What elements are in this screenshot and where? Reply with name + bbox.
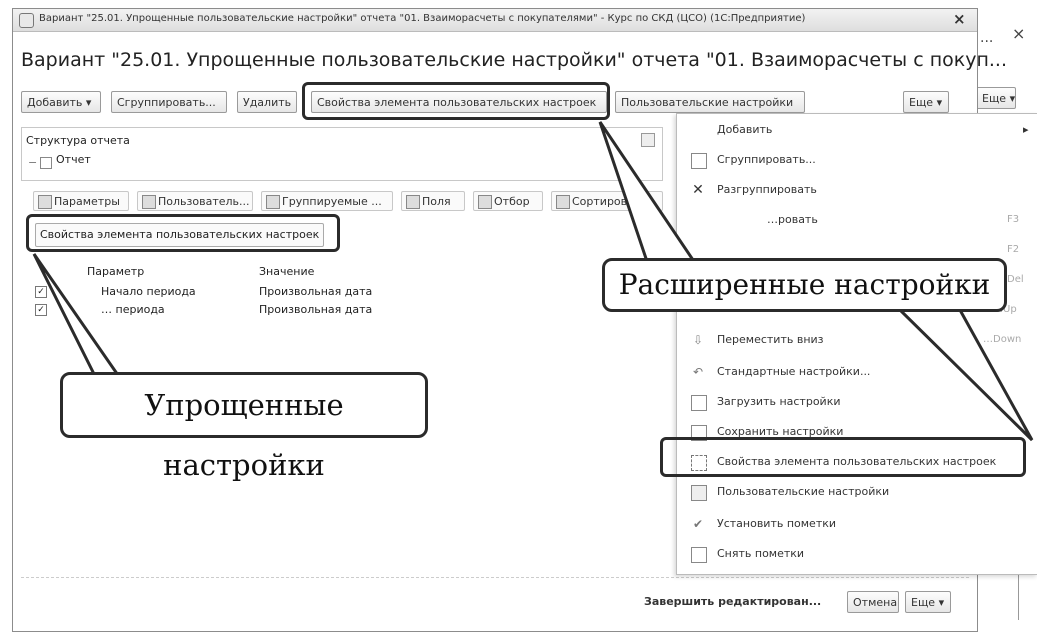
simplified-pointer xyxy=(32,253,123,380)
callout-simplified: Упрощенные настройки xyxy=(60,372,428,482)
callout-pointers xyxy=(32,121,1034,442)
advanced-pointer-2 xyxy=(896,308,1034,442)
callout-advanced: Расширенные настройки xyxy=(602,258,1007,312)
